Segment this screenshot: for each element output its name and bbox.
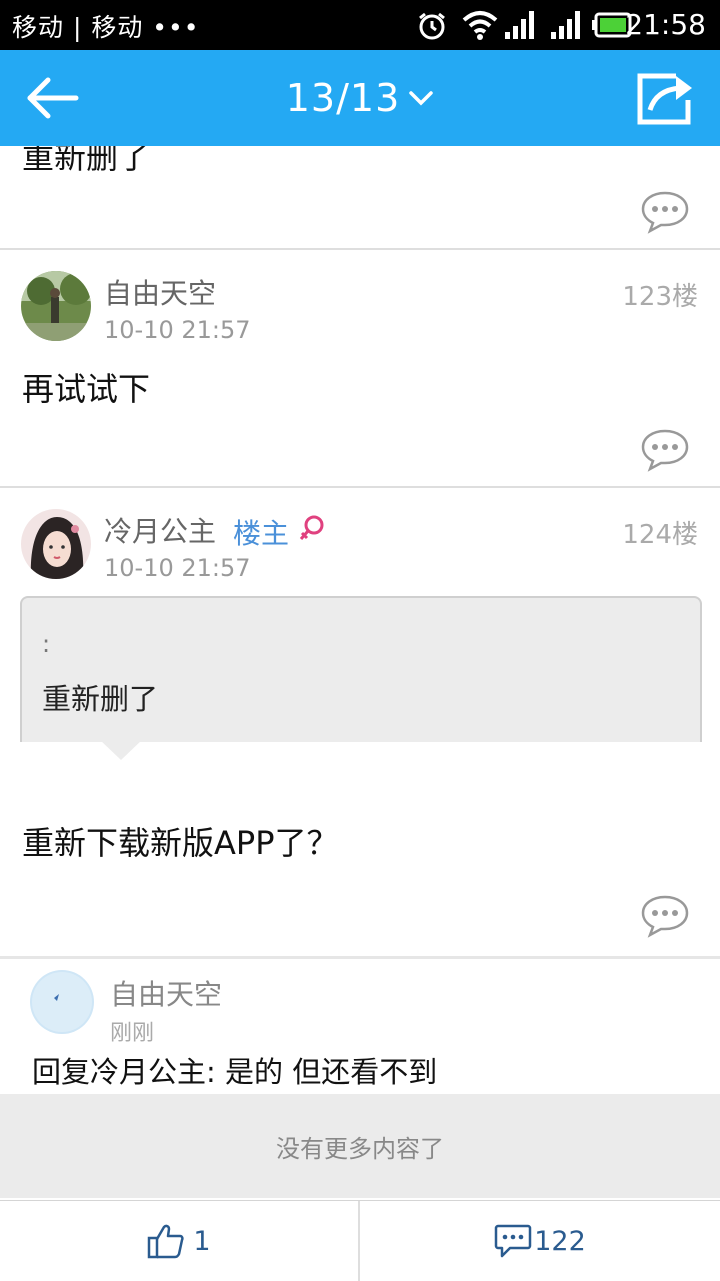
share-button[interactable] [636,70,698,126]
thumbs-up-icon [148,1224,185,1259]
owner-badge: 楼主 [233,517,290,550]
reply-author[interactable]: 自由天空 [110,973,222,1013]
post-time: 10-10 21:57 [104,316,251,344]
like-button[interactable]: 1 [0,1201,358,1281]
reply-item[interactable]: 自由天空 刚刚 回复冷月公主: 是的 但还看不到 [0,959,720,1094]
post-item: 冷月公主 楼主 10-10 21:57 124楼 : 重新删了 重新下载新版AP… [0,488,720,956]
comment-icon[interactable] [640,894,690,938]
avatar[interactable] [30,970,94,1034]
post-text: 重新删了 [22,146,151,176]
no-more-content: 没有更多内容了 [0,1094,720,1198]
top-bar: 13/13 [0,50,720,146]
comment-count: 122 [534,1225,586,1257]
quote-pointer [100,740,142,760]
author-name[interactable]: 冷月公主 [104,510,216,550]
avatar[interactable] [21,271,91,341]
reply-text: 回复冷月公主: 是的 但还看不到 [32,1055,438,1089]
reply-time: 刚刚 [110,1021,155,1046]
signal-icon [505,11,534,39]
floor-number: 124楼 [622,520,698,550]
post-time: 10-10 21:57 [104,554,251,582]
avatar[interactable] [21,509,91,579]
post-text: 重新下载新版APP了？ [22,824,339,862]
share-icon [637,73,692,125]
post-item: 自由天空 10-10 21:57 123楼 再试试下 [0,250,720,486]
chevron-down-icon [409,91,433,106]
no-more-label: 没有更多内容了 [276,1134,444,1163]
quote-box: : 重新删了 [20,596,702,742]
comment-icon [494,1224,532,1258]
wifi-icon [462,11,498,40]
comment-icon[interactable] [640,428,690,472]
signal-icon [551,11,580,39]
page-indicator-label: 13/13 [285,76,401,120]
alarm-icon [419,12,445,40]
post-item: 重新删了 [0,146,720,248]
comment-icon[interactable] [640,190,690,234]
author-name[interactable]: 自由天空 [104,272,216,312]
quote-prefix: : [42,630,51,658]
female-icon [299,515,324,540]
clock: 21:58 [625,8,706,41]
comment-button[interactable]: 122 [360,1201,720,1281]
post-text: 再试试下 [22,370,151,408]
bottom-bar: 1 122 [0,1200,720,1281]
quote-text: 重新删了 [42,682,159,716]
back-arrow-icon [27,77,79,119]
back-button[interactable] [22,70,82,126]
like-count: 1 [193,1225,211,1257]
status-bar: 移动 | 移动 ••• 21:58 [0,0,720,50]
carrier-label: 移动 | 移动 ••• [12,13,200,42]
page-selector[interactable]: 13/13 [260,70,460,126]
floor-number: 123楼 [622,282,698,312]
